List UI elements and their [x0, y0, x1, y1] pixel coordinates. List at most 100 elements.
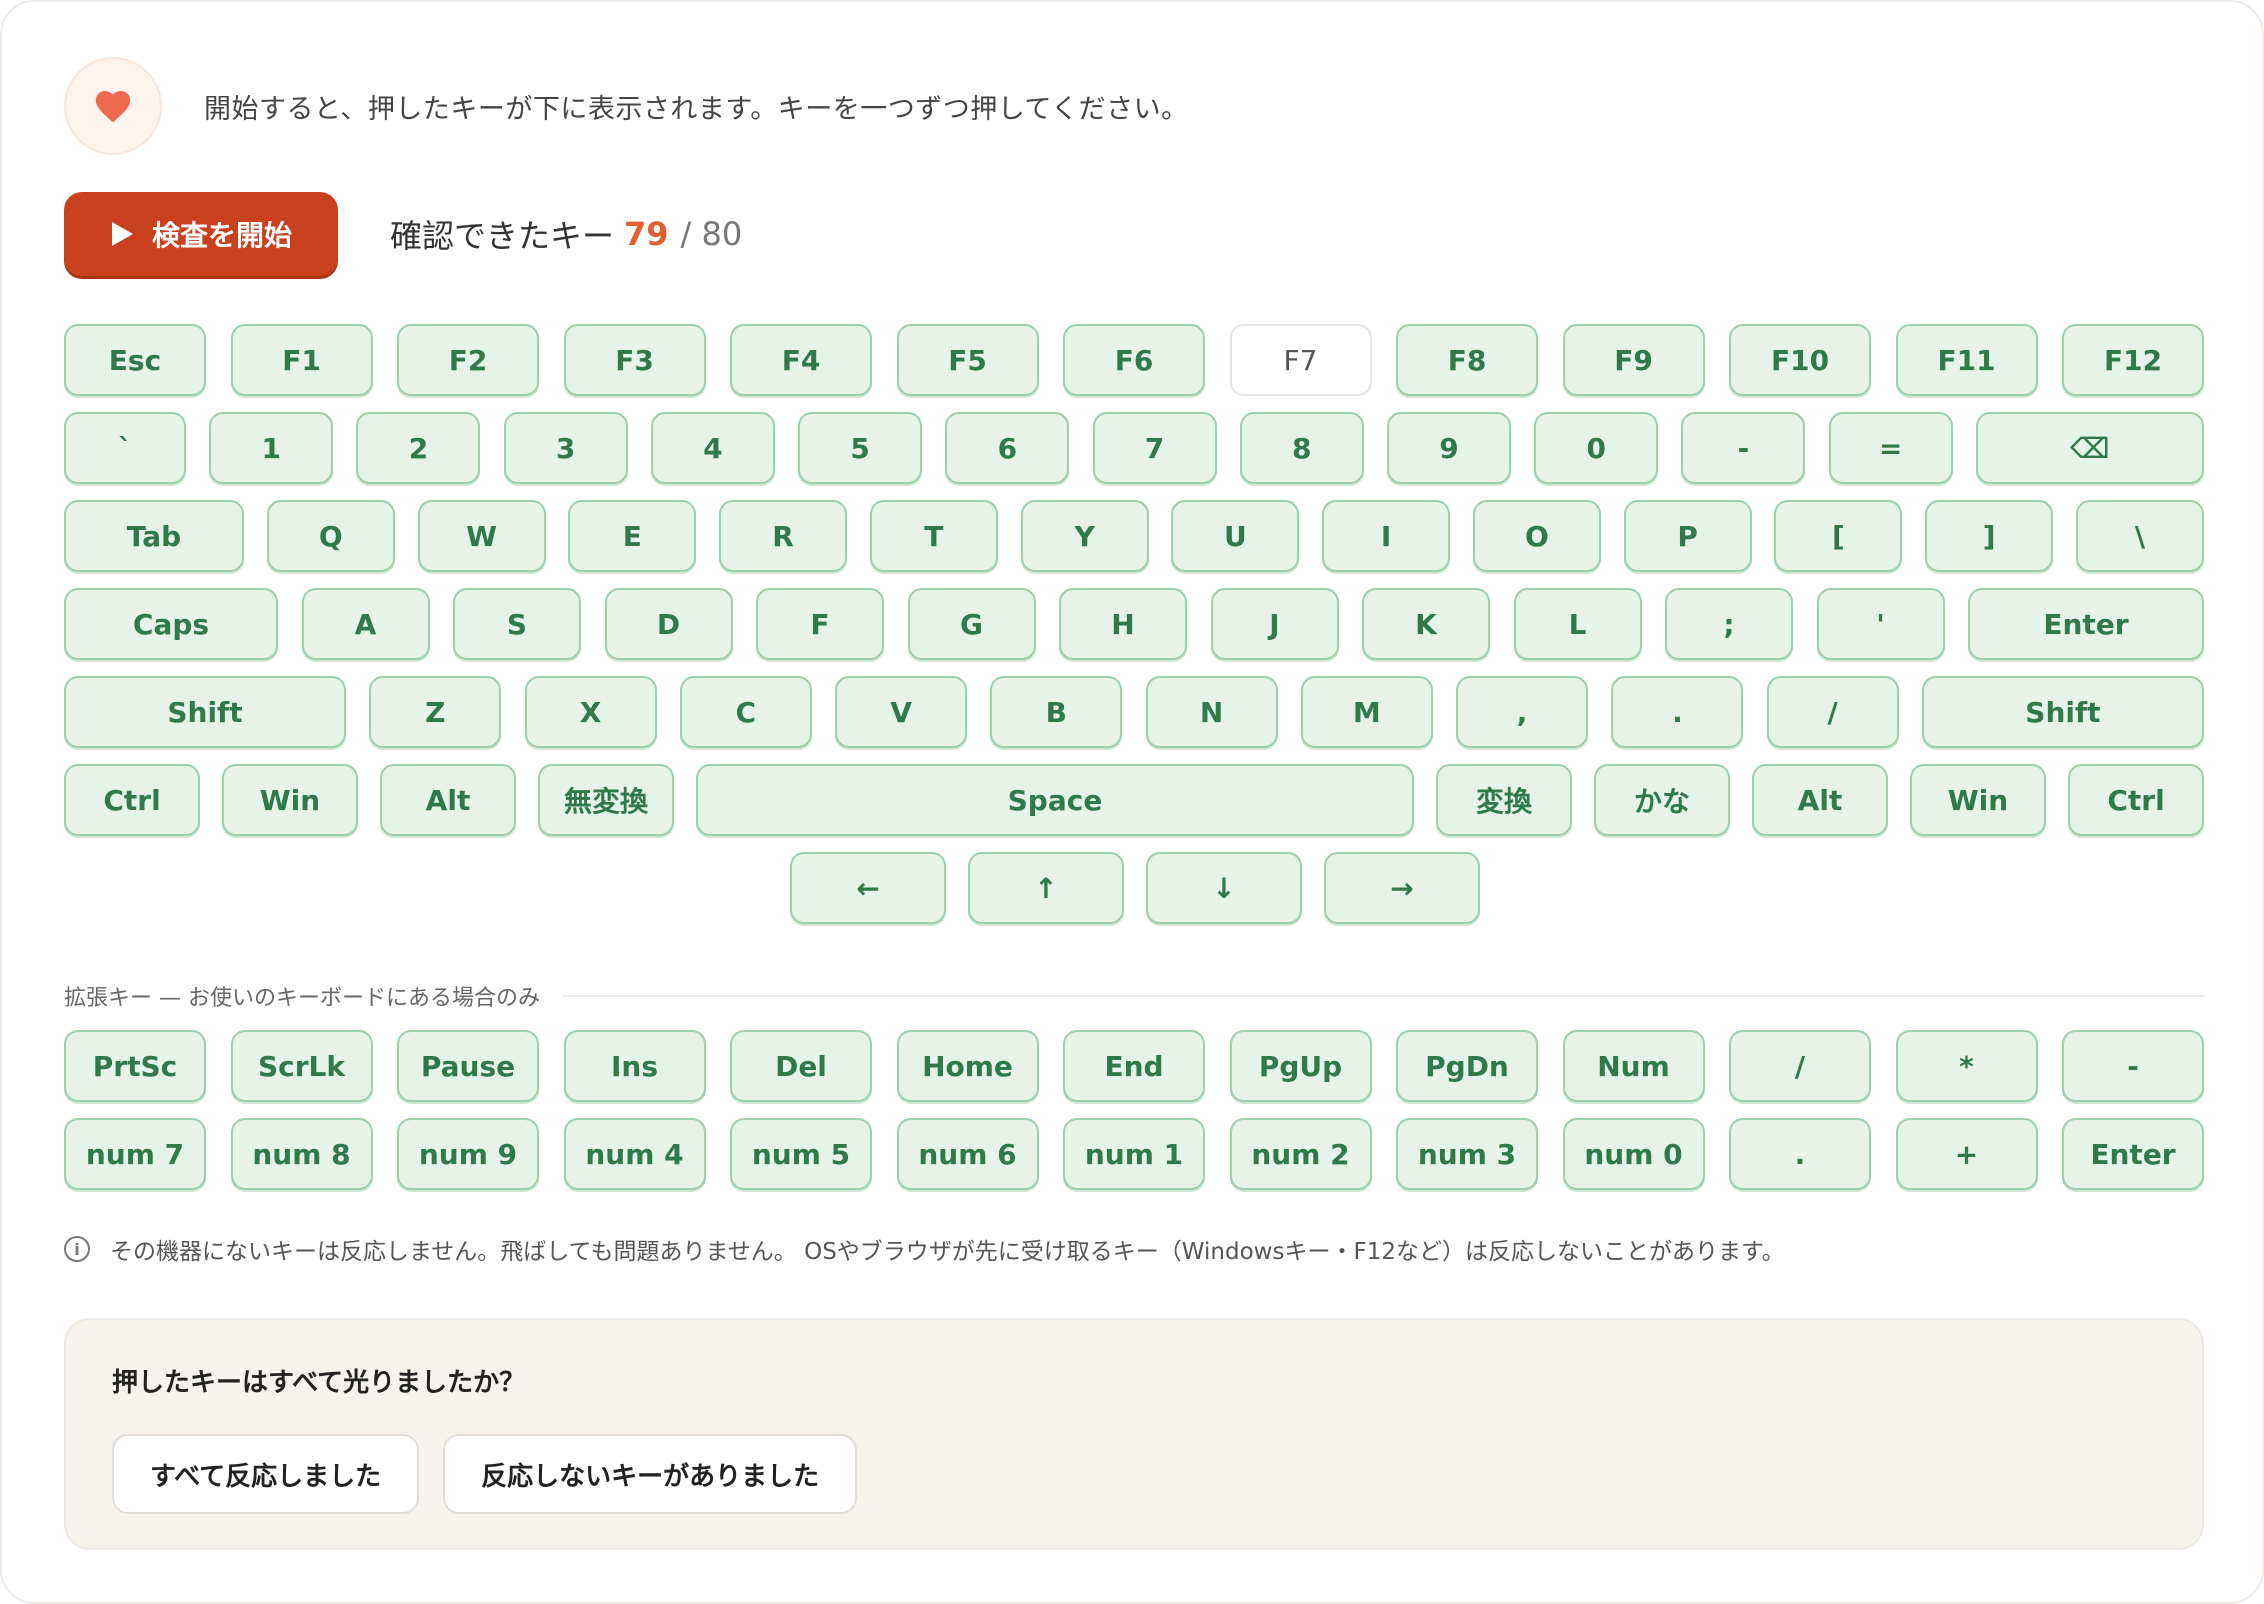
key-b[interactable]: B: [990, 676, 1123, 748]
key-f11[interactable]: F11: [1895, 324, 2038, 396]
key-pgup[interactable]: PgUp: [1229, 1030, 1372, 1102]
key-z[interactable]: Z: [369, 676, 502, 748]
key-semicolon[interactable]: ;: [1665, 588, 1793, 660]
key-4[interactable]: 4: [650, 412, 775, 484]
key-c[interactable]: C: [679, 676, 812, 748]
key-rbracket[interactable]: ]: [1925, 500, 2054, 572]
key-ins[interactable]: Ins: [563, 1030, 706, 1102]
key-3[interactable]: 3: [503, 412, 628, 484]
key-minus[interactable]: -: [2062, 1030, 2204, 1102]
key-num-4[interactable]: num 4: [563, 1118, 706, 1190]
key-period[interactable]: .: [1729, 1118, 1871, 1190]
key-down[interactable]: ↓: [1146, 852, 1302, 924]
key-shift[interactable]: Shift: [1921, 676, 2204, 748]
key-ctrl[interactable]: Ctrl: [2068, 764, 2204, 836]
key-slash[interactable]: /: [1729, 1030, 1871, 1102]
key-k[interactable]: K: [1362, 588, 1490, 660]
key-tab[interactable]: Tab: [64, 500, 244, 572]
start-test-button[interactable]: 検査を開始: [64, 192, 338, 276]
key-equals[interactable]: =: [1828, 412, 1953, 484]
key-end[interactable]: End: [1063, 1030, 1205, 1102]
key-num-8[interactable]: num 8: [230, 1118, 373, 1190]
key-plus[interactable]: +: [1895, 1118, 2038, 1190]
key-l[interactable]: L: [1513, 588, 1642, 660]
key-lbracket[interactable]: [: [1774, 500, 1903, 572]
key-1[interactable]: 1: [209, 412, 334, 484]
key-backspace[interactable]: ⌫: [1975, 412, 2204, 484]
key-num-0[interactable]: num 0: [1562, 1118, 1705, 1190]
key-f10[interactable]: F10: [1729, 324, 1871, 396]
key-backtick[interactable]: `: [64, 412, 186, 484]
key-space[interactable]: Space: [696, 764, 1414, 836]
key-f1[interactable]: F1: [230, 324, 373, 396]
key-x[interactable]: X: [524, 676, 657, 748]
key-left[interactable]: ←: [790, 852, 946, 924]
key-num-3[interactable]: num 3: [1396, 1118, 1538, 1190]
key-r[interactable]: R: [719, 500, 848, 572]
key-s[interactable]: S: [453, 588, 581, 660]
key-f4[interactable]: F4: [730, 324, 872, 396]
key-win[interactable]: Win: [1910, 764, 2046, 836]
key-home[interactable]: Home: [896, 1030, 1039, 1102]
some-missing-button[interactable]: 反応しないキーがありました: [443, 1434, 858, 1514]
key-quote[interactable]: ': [1816, 588, 1945, 660]
key-del[interactable]: Del: [730, 1030, 872, 1102]
key-alt[interactable]: Alt: [380, 764, 516, 836]
key-v[interactable]: V: [835, 676, 968, 748]
key-enter[interactable]: Enter: [1968, 588, 2204, 660]
key-pause[interactable]: Pause: [397, 1030, 539, 1102]
key-q[interactable]: Q: [266, 500, 395, 572]
key-f7[interactable]: F7: [1229, 324, 1372, 396]
key-d[interactable]: D: [604, 588, 733, 660]
key-esc[interactable]: Esc: [64, 324, 206, 396]
key-num-5[interactable]: num 5: [730, 1118, 872, 1190]
key-n[interactable]: N: [1145, 676, 1278, 748]
key-u[interactable]: U: [1171, 500, 1300, 572]
key-num-9[interactable]: num 9: [397, 1118, 539, 1190]
key-5[interactable]: 5: [798, 412, 923, 484]
key-ctrl[interactable]: Ctrl: [64, 764, 200, 836]
key-win[interactable]: Win: [222, 764, 358, 836]
key-enter[interactable]: Enter: [2062, 1118, 2204, 1190]
key-p[interactable]: P: [1623, 500, 1752, 572]
key-scrlk[interactable]: ScrLk: [230, 1030, 373, 1102]
key-6[interactable]: 6: [945, 412, 1070, 484]
key-prtsc[interactable]: PrtSc: [64, 1030, 206, 1102]
key-w[interactable]: W: [417, 500, 546, 572]
key-shift[interactable]: Shift: [64, 676, 346, 748]
key-7[interactable]: 7: [1092, 412, 1217, 484]
key-y[interactable]: Y: [1020, 500, 1149, 572]
key-period[interactable]: .: [1611, 676, 1744, 748]
key-f2[interactable]: F2: [397, 324, 539, 396]
key-caps[interactable]: Caps: [64, 588, 278, 660]
key-o[interactable]: O: [1472, 500, 1601, 572]
key-0[interactable]: 0: [1534, 412, 1659, 484]
key-slash[interactable]: /: [1766, 676, 1899, 748]
key-minus[interactable]: -: [1681, 412, 1806, 484]
key-2[interactable]: 2: [356, 412, 481, 484]
key-f9[interactable]: F9: [1562, 324, 1705, 396]
key-num-6[interactable]: num 6: [896, 1118, 1039, 1190]
key-alt[interactable]: Alt: [1752, 764, 1888, 836]
key-up[interactable]: ↑: [968, 852, 1124, 924]
key-f8[interactable]: F8: [1396, 324, 1538, 396]
key-f[interactable]: F: [756, 588, 884, 660]
key-8[interactable]: 8: [1239, 412, 1364, 484]
all-responded-button[interactable]: すべて反応しました: [112, 1434, 420, 1514]
key-num-1[interactable]: num 1: [1063, 1118, 1205, 1190]
key-muhenkan[interactable]: 無変換: [538, 764, 674, 836]
key-num-7[interactable]: num 7: [64, 1118, 206, 1190]
key-f3[interactable]: F3: [563, 324, 706, 396]
key-h[interactable]: H: [1059, 588, 1187, 660]
key-henkan[interactable]: 変換: [1436, 764, 1572, 836]
key-e[interactable]: E: [568, 500, 697, 572]
key-num[interactable]: Num: [1562, 1030, 1705, 1102]
key-right[interactable]: →: [1324, 852, 1480, 924]
key-t[interactable]: T: [869, 500, 998, 572]
key-g[interactable]: G: [907, 588, 1036, 660]
key-f12[interactable]: F12: [2062, 324, 2204, 396]
key-comma[interactable]: ,: [1456, 676, 1589, 748]
key-m[interactable]: M: [1300, 676, 1433, 748]
key-9[interactable]: 9: [1386, 412, 1511, 484]
key-num-2[interactable]: num 2: [1229, 1118, 1372, 1190]
